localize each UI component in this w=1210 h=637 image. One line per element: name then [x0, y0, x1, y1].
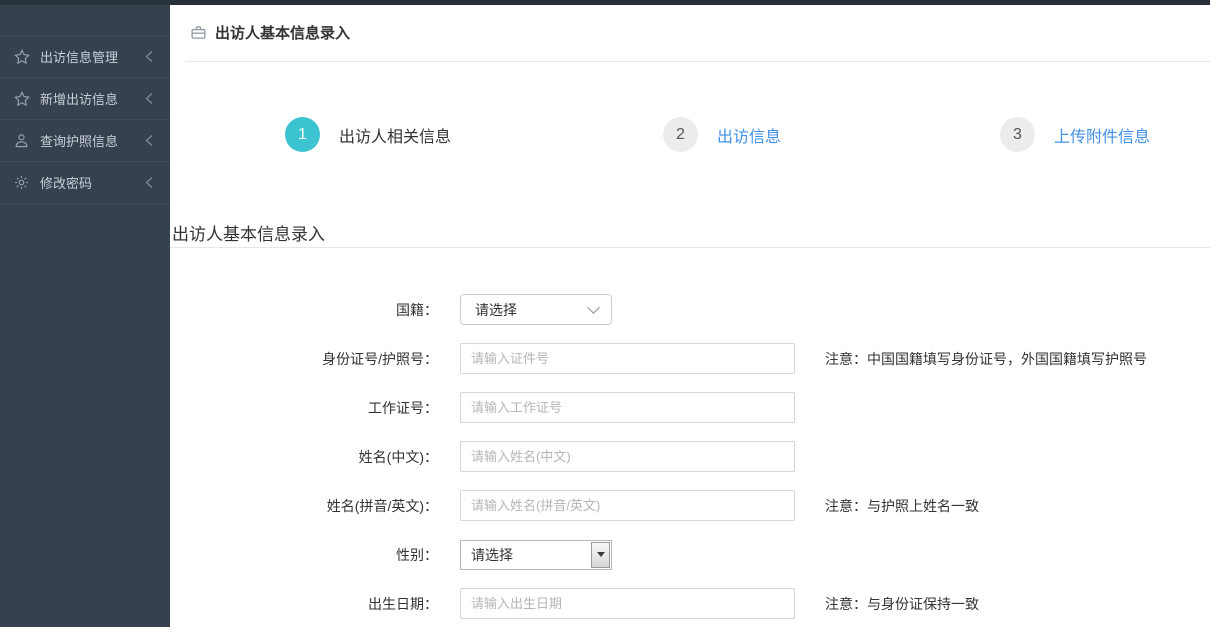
field-control [460, 441, 795, 472]
sidebar-item-label: 新增出访信息 [40, 89, 145, 108]
step-label: 上传附件信息 [1054, 123, 1150, 147]
field-control [460, 343, 795, 374]
select-nationality[interactable]: 请选择 [460, 294, 612, 325]
page-header: 出访人基本信息录入 [170, 5, 1210, 60]
sidebar-item-label: 出访信息管理 [40, 47, 145, 66]
select-value: 请选择 [475, 300, 517, 320]
sidebar-item-add-visit-info[interactable]: 新增出访信息 [0, 78, 170, 120]
sidebar: 出访信息管理 新增出访信息 查询护 [0, 5, 170, 627]
text-input-work-id[interactable] [460, 392, 795, 423]
gear-icon [12, 173, 31, 192]
sidebar-item-label: 查询护照信息 [40, 131, 145, 150]
field-control [460, 490, 795, 521]
chevron-left-icon [145, 134, 154, 147]
field-label-work-id: 工作证号： [170, 398, 438, 418]
step-number-badge: 1 [285, 117, 320, 152]
sidebar-item-visit-info-management[interactable]: 出访信息管理 [0, 36, 170, 78]
field-label-id-number: 身份证号/护照号： [170, 349, 438, 369]
dropdown-button [591, 542, 610, 568]
field-control: 请选择 [460, 294, 612, 325]
field-note-id-number: 注意：中国国籍填写身份证号，外国国籍填写护照号 [825, 349, 1147, 369]
section-divider [170, 247, 1210, 248]
briefcase-icon [190, 24, 207, 41]
field-label-gender: 性别： [170, 545, 438, 565]
form-row-name-cn: 姓名(中文)： [170, 441, 1210, 472]
sidebar-menu: 出访信息管理 新增出访信息 查询护 [0, 35, 170, 204]
chevron-down-icon [587, 301, 600, 314]
text-input-name-en[interactable] [460, 490, 795, 521]
sidebar-item-query-passport-info[interactable]: 查询护照信息 [0, 120, 170, 162]
step-wizard: 1 出访人相关信息 2 出访信息 3 上传附件信息 [170, 117, 1210, 162]
select-value: 请选择 [471, 545, 513, 565]
select-gender[interactable]: 请选择 [460, 540, 612, 570]
field-note-name-en: 注意：与护照上姓名一致 [825, 496, 979, 516]
chevron-left-icon [145, 176, 154, 189]
wizard-step-2[interactable]: 2 出访信息 [663, 117, 781, 152]
form-row-id-number: 身份证号/护照号： 注意：中国国籍填写身份证号，外国国籍填写护照号 [170, 343, 1210, 374]
form-row-work-id: 工作证号： [170, 392, 1210, 423]
dropdown-arrow-icon [597, 552, 605, 557]
field-note-birth-date: 注意：与身份证保持一致 [825, 594, 979, 614]
basic-info-form: 国籍： 请选择 身份证号/护照号： 注意：中国国籍填写身份证号，外国国籍填写护照… [170, 294, 1210, 637]
chevron-left-icon [145, 92, 154, 105]
field-control: 请选择 [460, 540, 612, 570]
sidebar-item-label: 修改密码 [40, 173, 145, 192]
step-number-badge: 2 [663, 117, 698, 152]
step-label: 出访人相关信息 [339, 123, 451, 147]
chevron-left-icon [145, 50, 154, 63]
form-row-name-en: 姓名(拼音/英文)： 注意：与护照上姓名一致 [170, 490, 1210, 521]
star-icon [12, 47, 31, 66]
field-control [460, 392, 795, 423]
step-label: 出访信息 [717, 123, 781, 147]
field-label-name-cn: 姓名(中文)： [170, 447, 438, 467]
star-icon [12, 89, 31, 108]
user-icon [12, 131, 31, 150]
page-title: 出访人基本信息录入 [215, 22, 350, 43]
form-row-nationality: 国籍： 请选择 [170, 294, 1210, 325]
header-divider [186, 61, 1210, 62]
step-number-badge: 3 [1000, 117, 1035, 152]
field-label-nationality: 国籍： [170, 300, 438, 320]
field-label-birth-date: 出生日期： [170, 594, 438, 614]
field-label-name-en: 姓名(拼音/英文)： [170, 496, 438, 516]
text-input-name-cn[interactable] [460, 441, 795, 472]
wizard-step-1[interactable]: 1 出访人相关信息 [285, 117, 451, 152]
main-content: 出访人基本信息录入 1 出访人相关信息 2 出访信息 3 上传附件信息 出访人基… [170, 5, 1210, 627]
text-input-id-number[interactable] [460, 343, 795, 374]
sidebar-item-change-password[interactable]: 修改密码 [0, 162, 170, 204]
form-row-gender: 性别： 请选择 [170, 539, 1210, 570]
form-row-birth-date: 出生日期： 注意：与身份证保持一致 [170, 588, 1210, 619]
wizard-step-3[interactable]: 3 上传附件信息 [1000, 117, 1150, 152]
field-control [460, 588, 795, 619]
text-input-birth-date[interactable] [460, 588, 795, 619]
section-title: 出访人基本信息录入 [172, 220, 325, 245]
